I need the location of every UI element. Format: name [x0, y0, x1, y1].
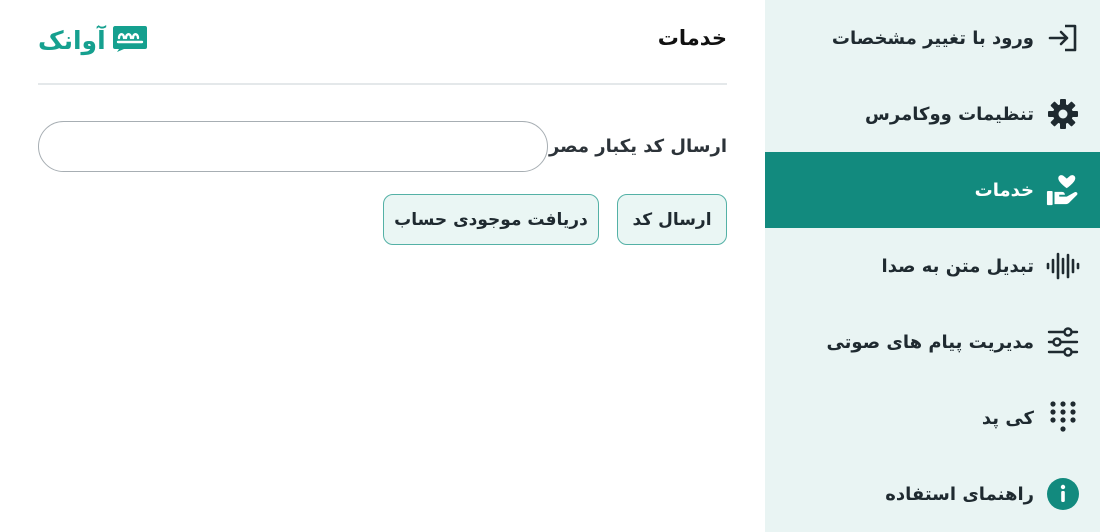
- sidebar-item-label: خدمات: [974, 179, 1034, 201]
- logo: آوانک: [38, 24, 148, 56]
- sidebar-item-login-change[interactable]: ورود با تغییر مشخصات: [765, 0, 1100, 76]
- sidebar-item-label: تنظیمات ووکامرس: [865, 103, 1034, 125]
- sidebar: ورود با تغییر مشخصات تنظیمات ووکامرس خدم…: [765, 0, 1100, 532]
- sidebar-item-label: تبدیل متن به صدا: [881, 255, 1034, 277]
- keypad-icon: [1046, 401, 1080, 435]
- otp-input[interactable]: [38, 121, 548, 172]
- sidebar-item-voice-messages[interactable]: مدیریت پیام های صوتی: [765, 304, 1100, 380]
- sidebar-item-services[interactable]: خدمات: [765, 152, 1100, 228]
- logo-icon: [112, 24, 148, 56]
- sliders-icon: [1046, 325, 1080, 359]
- get-balance-button[interactable]: دریافت موجودی حساب: [383, 194, 599, 245]
- send-code-button[interactable]: ارسال کد: [617, 194, 727, 245]
- info-icon: [1046, 477, 1080, 511]
- logo-text: آوانک: [38, 25, 106, 55]
- header-divider: [38, 83, 727, 85]
- sidebar-item-label: ورود با تغییر مشخصات: [831, 27, 1034, 49]
- main-content: خدمات آوانک ارسال کد یکبار مصرف ارسال کد…: [38, 0, 727, 532]
- sidebar-item-label: مدیریت پیام های صوتی: [826, 331, 1034, 353]
- sidebar-item-label: راهنمای استفاده: [885, 483, 1034, 505]
- sidebar-item-keypad[interactable]: کی پد: [765, 380, 1100, 456]
- waveform-icon: [1046, 249, 1080, 283]
- hand-heart-icon: [1046, 173, 1080, 207]
- sidebar-item-woocommerce-settings[interactable]: تنظیمات ووکامرس: [765, 76, 1100, 152]
- sidebar-item-text-to-speech[interactable]: تبدیل متن به صدا: [765, 228, 1100, 304]
- otp-field-label: ارسال کد یکبار مصرف: [528, 136, 727, 157]
- sidebar-item-label: کی پد: [981, 407, 1034, 429]
- page-title: خدمات: [657, 26, 727, 50]
- sidebar-item-help[interactable]: راهنمای استفاده: [765, 456, 1100, 532]
- login-icon: [1046, 21, 1080, 55]
- gear-icon: [1046, 97, 1080, 131]
